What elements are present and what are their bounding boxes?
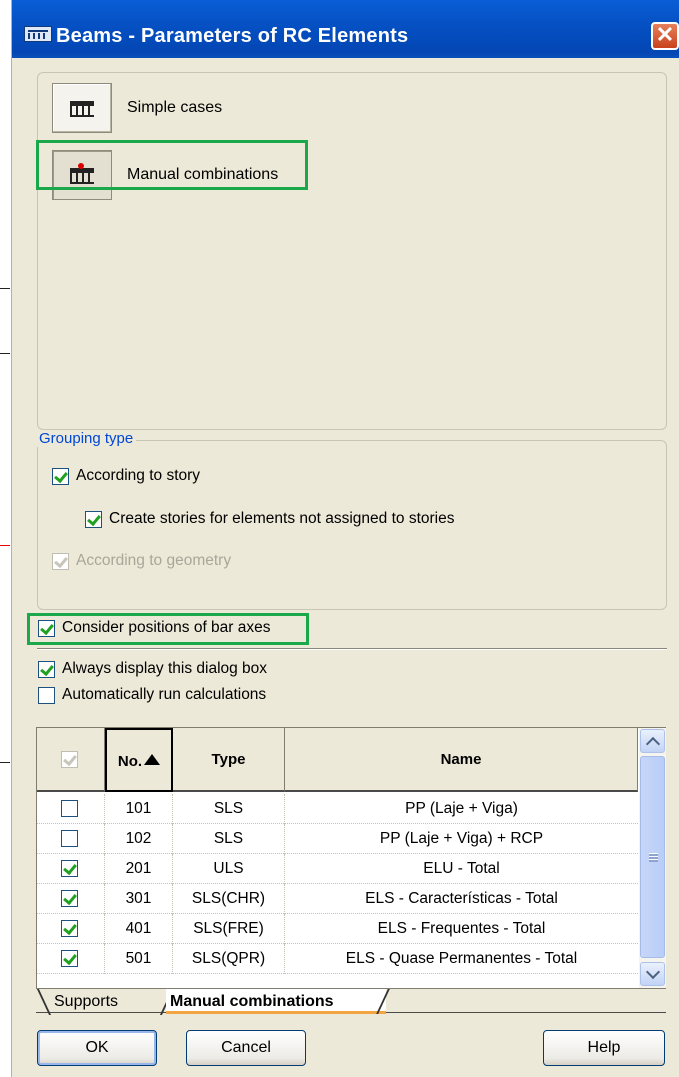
cell-no: 201 xyxy=(105,854,173,884)
tab-manual-combinations[interactable]: Manual combinations xyxy=(166,989,386,1014)
cell-name: PP (Laje + Viga) + RCP xyxy=(379,830,544,847)
background-tick xyxy=(0,288,10,289)
beams-app-icon xyxy=(24,26,52,42)
cell-no: 301 xyxy=(105,884,173,914)
close-button[interactable]: ✕ xyxy=(651,22,679,50)
scroll-up-icon[interactable] xyxy=(640,729,665,753)
always-display-checkbox[interactable] xyxy=(38,661,55,678)
row-check-cell[interactable] xyxy=(37,944,105,974)
beam-simple-icon xyxy=(70,98,96,120)
cell-type: ULS xyxy=(173,854,285,884)
according-to-geometry-checkbox[interactable] xyxy=(52,553,69,570)
row-check-cell[interactable] xyxy=(37,854,105,884)
row-checkbox[interactable] xyxy=(61,890,78,907)
row-check-cell[interactable] xyxy=(37,884,105,914)
column-header-name[interactable]: Name xyxy=(285,728,638,792)
background-tick xyxy=(0,353,10,354)
row-checkbox[interactable] xyxy=(61,920,78,937)
column-header-no-label: No. xyxy=(117,753,143,770)
scroll-down-icon[interactable] xyxy=(640,962,665,986)
cell-type: SLS(FRE) xyxy=(173,914,285,944)
cell-type: SLS(QPR) xyxy=(173,944,285,974)
auto-run-label: Automatically run calculations xyxy=(62,686,267,703)
row-check-cell[interactable] xyxy=(37,914,105,944)
cell-name: ELS - Quase Permanentes - Total xyxy=(345,950,578,967)
background-app-strip xyxy=(0,0,12,1077)
tab-supports[interactable]: Supports xyxy=(40,989,168,1014)
table-header: No. Type Name xyxy=(37,728,638,792)
mode-panel xyxy=(37,72,667,430)
header-select-cell[interactable] xyxy=(37,728,105,792)
row-checkbox[interactable] xyxy=(61,950,78,967)
separator xyxy=(37,648,667,650)
combinations-table[interactable]: No. Type Name 101 SLS PP (Laje + Viga) 1… xyxy=(36,727,666,989)
cell-no: 501 xyxy=(105,944,173,974)
cell-no: 401 xyxy=(105,914,173,944)
row-checkbox[interactable] xyxy=(61,830,78,847)
cell-type: SLS(CHR) xyxy=(173,884,285,914)
auto-run-checkbox[interactable] xyxy=(38,687,55,704)
according-to-geometry-label: According to geometry xyxy=(76,552,232,569)
table-row[interactable]: 301 SLS(CHR) ELS - Características - Tot… xyxy=(37,884,638,914)
sort-ascending-icon xyxy=(144,754,161,765)
table-row[interactable]: 501 SLS(QPR) ELS - Quase Permanentes - T… xyxy=(37,944,638,974)
create-stories-checkbox[interactable] xyxy=(85,511,102,528)
column-header-type[interactable]: Type xyxy=(173,728,285,792)
highlight-manual-combinations xyxy=(36,140,308,190)
simple-cases-label: Simple cases xyxy=(127,99,223,116)
vertical-scrollbar[interactable] xyxy=(639,728,666,988)
table-row[interactable]: 401 SLS(FRE) ELS - Frequentes - Total xyxy=(37,914,638,944)
simple-cases-button[interactable] xyxy=(52,83,112,133)
background-tick xyxy=(0,545,10,546)
table-row[interactable]: 101 SLS PP (Laje + Viga) xyxy=(37,794,638,824)
grouping-type-legend: Grouping type xyxy=(36,430,137,447)
according-to-story-label: According to story xyxy=(76,467,201,484)
title-bar[interactable]: Beams - Parameters of RC Elements ✕ xyxy=(12,0,679,58)
row-checkbox[interactable] xyxy=(61,800,78,817)
create-stories-label: Create stories for elements not assigned… xyxy=(109,510,455,527)
cell-type: SLS xyxy=(173,824,285,854)
scroll-thumb[interactable] xyxy=(640,756,665,958)
cell-name: ELU - Total xyxy=(423,860,500,877)
column-header-no[interactable]: No. xyxy=(105,728,173,792)
always-display-label: Always display this dialog box xyxy=(62,660,268,677)
row-check-cell[interactable] xyxy=(37,824,105,854)
cancel-button[interactable]: Cancel xyxy=(186,1030,306,1066)
table-row[interactable]: 201 ULS ELU - Total xyxy=(37,854,638,884)
row-checkbox[interactable] xyxy=(61,860,78,877)
cell-no: 102 xyxy=(105,824,173,854)
cell-name: ELS - Frequentes - Total xyxy=(377,920,546,937)
table-row[interactable]: 102 SLS PP (Laje + Viga) + RCP xyxy=(37,824,638,854)
cell-type: SLS xyxy=(173,794,285,824)
according-to-story-checkbox[interactable] xyxy=(52,468,69,485)
row-check-cell[interactable] xyxy=(37,794,105,824)
highlight-consider-bar-axes xyxy=(27,613,309,645)
cell-name: PP (Laje + Viga) xyxy=(405,800,518,817)
window-title: Beams - Parameters of RC Elements xyxy=(56,25,409,47)
help-button[interactable]: Help xyxy=(543,1030,665,1066)
cell-name: ELS - Características - Total xyxy=(365,890,558,907)
select-all-checkbox[interactable] xyxy=(61,751,78,768)
cell-no: 101 xyxy=(105,794,173,824)
background-tick xyxy=(0,762,10,763)
grip-icon xyxy=(649,853,658,862)
ok-button[interactable]: OK xyxy=(37,1030,157,1066)
